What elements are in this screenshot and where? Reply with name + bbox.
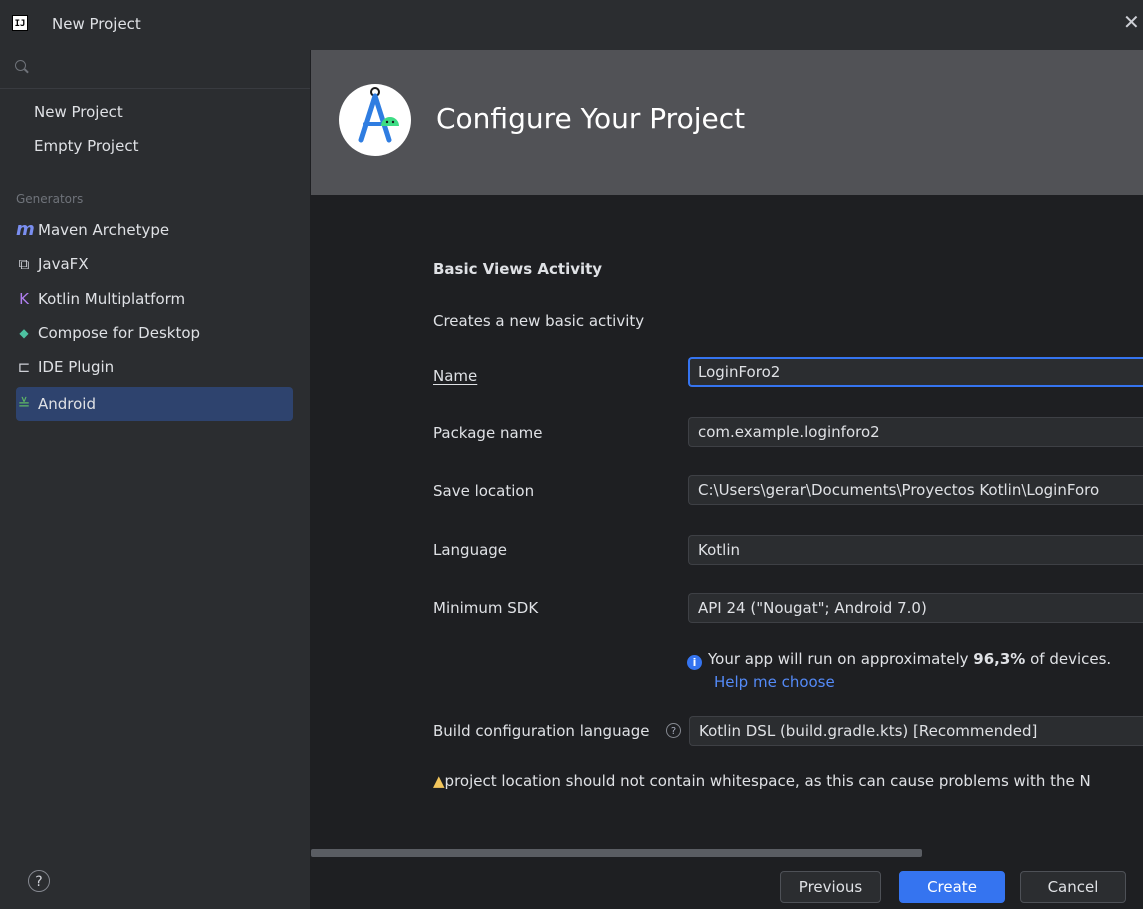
activity-title: Basic Views Activity — [433, 260, 603, 278]
warning-icon: ▲ — [433, 772, 445, 790]
save-location-field[interactable]: C:\Users\gerar\Documents\Proyectos Kotli… — [688, 475, 1143, 505]
build-config-select[interactable]: Kotlin DSL (build.gradle.kts) [Recommend… — [689, 716, 1143, 746]
help-icon[interactable]: ? — [28, 870, 50, 892]
whitespace-warning: ▲project location should not contain whi… — [433, 772, 1091, 790]
sidebar-item-label: Empty Project — [34, 137, 139, 155]
main-panel: Configure Your Project Basic Views Activ… — [311, 50, 1143, 909]
sidebar: New Project Empty Project Generators m M… — [0, 50, 311, 909]
info-suffix: of devices. — [1025, 650, 1112, 668]
warning-text: project location should not contain whit… — [444, 772, 1091, 790]
sidebar-item-label: Kotlin Multiplatform — [38, 290, 186, 308]
sidebar-item-empty-project[interactable]: Empty Project — [16, 129, 293, 163]
search-icon[interactable] — [15, 60, 26, 71]
save-location-label: Save location — [433, 482, 535, 500]
coverage-percent: 96,3% — [973, 650, 1026, 668]
package-name-field[interactable]: com.example.loginforo2 — [688, 417, 1143, 447]
sidebar-item-label: Android — [38, 395, 96, 413]
cancel-button[interactable]: Cancel — [1020, 871, 1126, 903]
title-bar: IJ New Project ✕ — [0, 0, 1143, 50]
sidebar-item-javafx[interactable]: ⧉ JavaFX — [16, 247, 293, 281]
maven-icon: m — [16, 219, 35, 240]
sidebar-item-new-project[interactable]: New Project — [16, 95, 293, 129]
name-field[interactable]: LoginForo2 — [688, 357, 1143, 387]
sidebar-item-android[interactable]: ≚ Android — [16, 387, 293, 421]
banner: Configure Your Project — [311, 50, 1143, 195]
sidebar-item-compose-desktop[interactable]: ◆ Compose for Desktop — [16, 316, 293, 350]
sidebar-search[interactable] — [0, 50, 310, 89]
generators-section-label: Generators — [16, 192, 84, 206]
javafx-icon: ⧉ — [18, 255, 30, 273]
build-config-label: Build configuration language — [433, 722, 650, 740]
sidebar-item-label: JavaFX — [38, 255, 89, 273]
previous-button[interactable]: Previous — [780, 871, 881, 903]
plugin-icon: ⊏ — [17, 358, 31, 376]
package-name-label: Package name — [433, 424, 543, 442]
help-me-choose-link[interactable]: Help me choose — [714, 673, 835, 691]
page-title: Configure Your Project — [436, 102, 746, 135]
language-label: Language — [433, 541, 508, 559]
sidebar-item-label: IDE Plugin — [38, 358, 115, 376]
create-button[interactable]: Create — [899, 871, 1005, 903]
horizontal-scrollbar[interactable] — [311, 849, 922, 857]
close-icon[interactable]: ✕ — [1123, 12, 1143, 32]
info-icon: i — [687, 655, 702, 670]
sidebar-item-ide-plugin[interactable]: ⊏ IDE Plugin — [16, 350, 293, 384]
minimum-sdk-select[interactable]: API 24 ("Nougat"; Android 7.0) — [688, 593, 1143, 623]
compose-icon: ◆ — [19, 326, 29, 340]
sidebar-item-label: Maven Archetype — [38, 221, 170, 239]
android-icon: ≚ — [17, 395, 31, 413]
name-label: Name — [433, 367, 478, 385]
sidebar-item-maven-archetype[interactable]: m Maven Archetype — [16, 213, 293, 247]
language-select[interactable]: Kotlin — [688, 535, 1143, 565]
sidebar-item-label: New Project — [34, 103, 123, 121]
sidebar-item-kotlin-multiplatform[interactable]: K Kotlin Multiplatform — [16, 282, 293, 316]
intellij-app-icon: IJ — [12, 15, 28, 31]
activity-description: Creates a new basic activity — [433, 312, 645, 330]
question-icon[interactable]: ? — [666, 723, 681, 738]
sidebar-item-label: Compose for Desktop — [38, 324, 201, 342]
info-prefix: Your app will run on approximately — [708, 650, 974, 668]
device-coverage-info: i Your app will run on approximately 96,3… — [687, 650, 1111, 670]
kotlin-multiplatform-icon: K — [19, 290, 29, 308]
android-studio-logo-icon — [339, 84, 411, 156]
window-title: New Project — [52, 15, 141, 33]
minimum-sdk-label: Minimum SDK — [433, 599, 539, 617]
